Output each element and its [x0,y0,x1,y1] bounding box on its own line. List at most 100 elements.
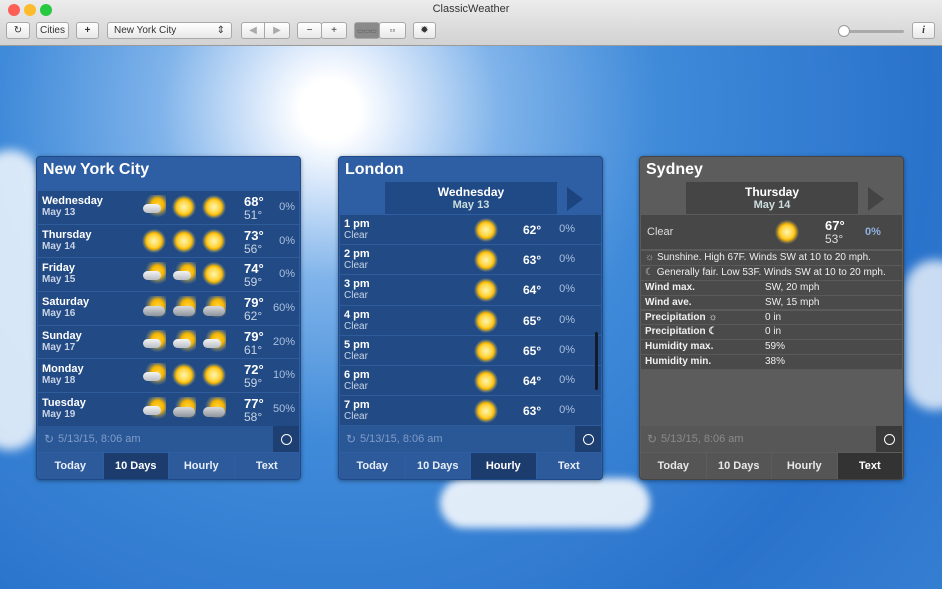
detail-label: Wind ave. [645,296,692,308]
hour-time: 1 pm [344,218,370,230]
low-temp: 62° [244,309,263,324]
sun-icon [474,278,498,303]
tab-bar: Today 10 Days Hourly Text [641,453,902,479]
refresh-icon[interactable]: ↻ [647,432,657,446]
status-bar: ↻ 5/13/15, 8:06 am [641,426,902,452]
day-row[interactable]: Friday May 15 74° 59° 0% [38,258,299,293]
low-temp: 59° [244,376,263,391]
status-bar: ↻ 5/13/15, 8:06 am [38,426,299,452]
tab-hourly[interactable]: Hourly [169,453,234,479]
hour-row[interactable]: 6 pm Clear 64° 0% [340,365,601,397]
tab-hourly[interactable]: Hourly [772,453,837,479]
day-name: Friday [42,262,76,275]
hourly-list: 1 pm Clear 62° 0% 2 pm Clear 63° 0% 3 pm… [340,215,601,427]
hour-condition: Clear [344,230,368,241]
grid-view-button[interactable]: ▫▫ [379,22,406,39]
precip-chance: 0% [279,268,295,281]
row-view-button[interactable]: ▭▭▭ [354,22,380,39]
forward-button[interactable]: ▶ [264,22,290,39]
city-select[interactable]: New York City ⇕ [107,22,232,39]
zoom-out-button[interactable]: − [297,22,322,39]
tab-10-days[interactable]: 10 Days [706,453,771,479]
detail-row: Precipitation ☼ 0 in [641,310,902,326]
hour-row[interactable]: 4 pm Clear 65° 0% [340,305,601,336]
day-row[interactable]: Sunday May 17 79° 61° 20% [38,325,299,360]
precip-chance: 0% [865,226,881,238]
hour-time: 4 pm [344,308,370,321]
refresh-icon[interactable]: ↻ [44,432,54,446]
size-slider[interactable] [838,25,904,37]
hour-row[interactable]: 7 pm Clear 63° 0% [340,396,601,427]
tab-today[interactable]: Today [340,453,405,479]
window-title: ClassicWeather [432,3,510,15]
hour-row[interactable]: 5 pm Clear 65° 0% [340,335,601,366]
day-row[interactable]: Saturday May 16 79° 62° 60% [38,292,299,326]
back-button[interactable]: ◀ [241,22,265,39]
hour-condition: Clear [344,320,368,332]
tab-10-days[interactable]: 10 Days [405,453,470,479]
hour-temp: 63° [523,253,542,268]
day-row[interactable]: Thursday May 14 73° 56° 0% [38,224,299,259]
hour-row[interactable]: 3 pm Clear 64° 0% [340,275,601,306]
select-arrows-icon: ⇕ [216,25,225,36]
hour-row[interactable]: 2 pm Clear 63° 0% [340,245,601,276]
low-temp: 51° [244,208,263,222]
add-city-button[interactable]: + [76,22,99,39]
day-row[interactable]: Tuesday May 19 77° 58° 50% [38,393,299,427]
cities-button[interactable]: Cities [36,22,69,39]
sun-icon [172,363,196,388]
options-button[interactable] [575,426,601,452]
hour-condition: Clear [344,411,368,423]
info-button[interactable]: i [912,22,935,39]
zoom-out-icon: − [306,25,313,36]
panel-title: New York City [43,161,150,178]
day-date: May 17 [42,341,76,353]
sun-icon [142,228,166,253]
detail-value: SW, 15 mph [765,296,820,308]
detail-value: SW, 20 mph [765,282,820,293]
cloud [0,150,40,450]
tab-today[interactable]: Today [38,453,103,479]
sun-icon [474,248,498,273]
detail-label: Precipitation ☼ [645,311,718,323]
refresh-button[interactable]: ↻ [6,22,30,39]
next-day-arrow-icon[interactable] [567,187,583,211]
precip-chance: 60% [272,302,295,315]
tab-text[interactable]: Text [536,453,601,479]
detail-value: 0 in [765,311,782,323]
day-row[interactable]: Wednesday May 13 68° 51° 0% [38,191,299,225]
title-bar: ClassicWeather ↻ Cities + New York City ⇕… [0,0,942,46]
sun-icon [474,399,498,424]
zoom-in-button[interactable]: + [321,22,347,39]
refresh-icon[interactable]: ↻ [346,432,356,446]
options-button[interactable] [876,426,902,452]
ten-day-list: Wednesday May 13 68° 51° 0% Thursday May… [38,191,299,427]
high-temp: 77° [244,396,264,412]
options-button[interactable] [273,426,299,452]
precip-chance: 0% [279,201,295,213]
hour-time: 3 pm [344,278,370,291]
detail-row: Wind ave. SW, 15 mph [641,295,902,311]
tab-10-days[interactable]: 10 Days [103,453,168,479]
hour-temp: 64° [523,373,542,388]
day-name: Tuesday [42,397,86,410]
tab-text[interactable]: Text [837,453,902,479]
day-row[interactable]: Monday May 18 72° 59° 10% [38,359,299,394]
scrollbar[interactable] [595,332,598,390]
sun-icon [474,368,498,393]
next-day-arrow-icon[interactable] [868,187,884,211]
tab-hourly[interactable]: Hourly [471,453,536,479]
tab-text[interactable]: Text [234,453,299,479]
hour-condition: Clear [344,380,368,392]
status-bar: ↻ 5/13/15, 8:06 am [340,426,601,452]
high-temp: 72° [244,362,264,378]
detail-label: Precipitation ☾ [645,326,718,338]
hour-row[interactable]: 1 pm Clear 62° 0% [340,215,601,246]
settings-button[interactable]: ✹ [413,22,436,39]
rain-icon [172,397,196,422]
sydney-panel: Sydney Thursday May 14 Clear 67° 53° 0% ☼… [639,156,904,480]
day-text: Sunshine. High 67F. Winds SW at 10 to 20… [656,252,871,263]
partly-cloudy-icon [172,262,196,287]
day-date: May 14 [42,240,76,252]
tab-today[interactable]: Today [641,453,706,479]
